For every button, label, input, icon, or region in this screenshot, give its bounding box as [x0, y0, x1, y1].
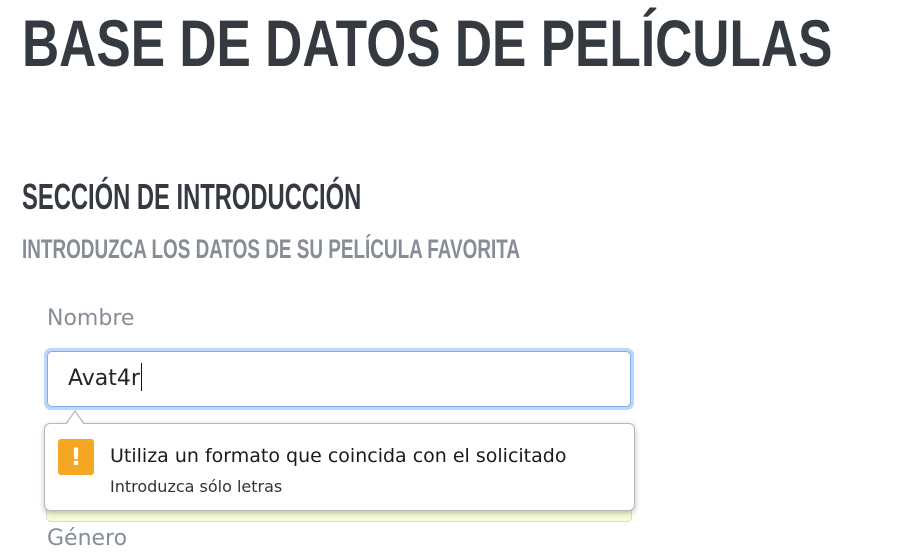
nombre-label: Nombre	[47, 306, 135, 331]
genero-label: Género	[47, 526, 128, 551]
nombre-input[interactable]: Avat4r	[47, 351, 631, 407]
section-title: SECCIÓN DE INTRODUCCIÓN	[22, 176, 362, 217]
nombre-focus-ring: Avat4r	[44, 348, 634, 410]
nombre-input-value: Avat4r	[68, 366, 140, 391]
validation-tooltip: ! Utiliza un formato que coincida con el…	[44, 423, 635, 511]
text-caret	[140, 363, 143, 391]
tooltip-arrow	[66, 412, 84, 425]
validation-hint: Introduzca sólo letras	[110, 477, 283, 496]
section-subtitle: INTRODUZCA LOS DATOS DE SU PELÍCULA FAVO…	[22, 234, 521, 264]
validation-message: Utiliza un formato que coincida con el s…	[110, 445, 567, 467]
page-title: BASE DE DATOS DE PELÍCULAS	[22, 6, 833, 80]
warning-icon: !	[58, 439, 94, 475]
